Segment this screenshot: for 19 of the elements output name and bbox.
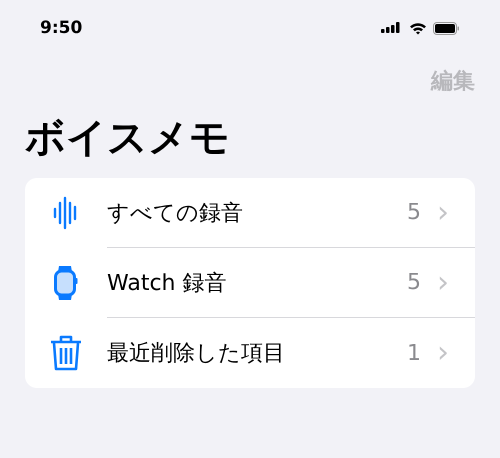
item-count: 5	[407, 270, 421, 295]
trash-icon	[49, 334, 83, 372]
folder-label: すべての録音	[107, 200, 244, 228]
chevron-icon: ›	[437, 198, 449, 228]
waveform-icon	[53, 196, 79, 230]
status-time: 9:50	[40, 18, 82, 38]
folder-row[interactable]: すべての録音 5 ›	[25, 178, 475, 248]
watch-icon	[54, 264, 78, 302]
item-count: 5	[407, 200, 421, 225]
folder-label: 最近削除した項目	[107, 340, 286, 368]
folder-row[interactable]: Watch 録音 5 ›	[25, 248, 475, 318]
wifi-icon	[409, 22, 427, 34]
battery-icon	[433, 22, 460, 34]
chevron-icon: ›	[437, 268, 449, 298]
folder-label: Watch 録音	[107, 270, 228, 298]
page-title: ボイスメモ	[25, 114, 231, 162]
chevron-icon: ›	[437, 338, 449, 368]
item-count: 1	[407, 340, 421, 366]
folder-row[interactable]: 最近削除した項目 1 ›	[25, 318, 475, 388]
